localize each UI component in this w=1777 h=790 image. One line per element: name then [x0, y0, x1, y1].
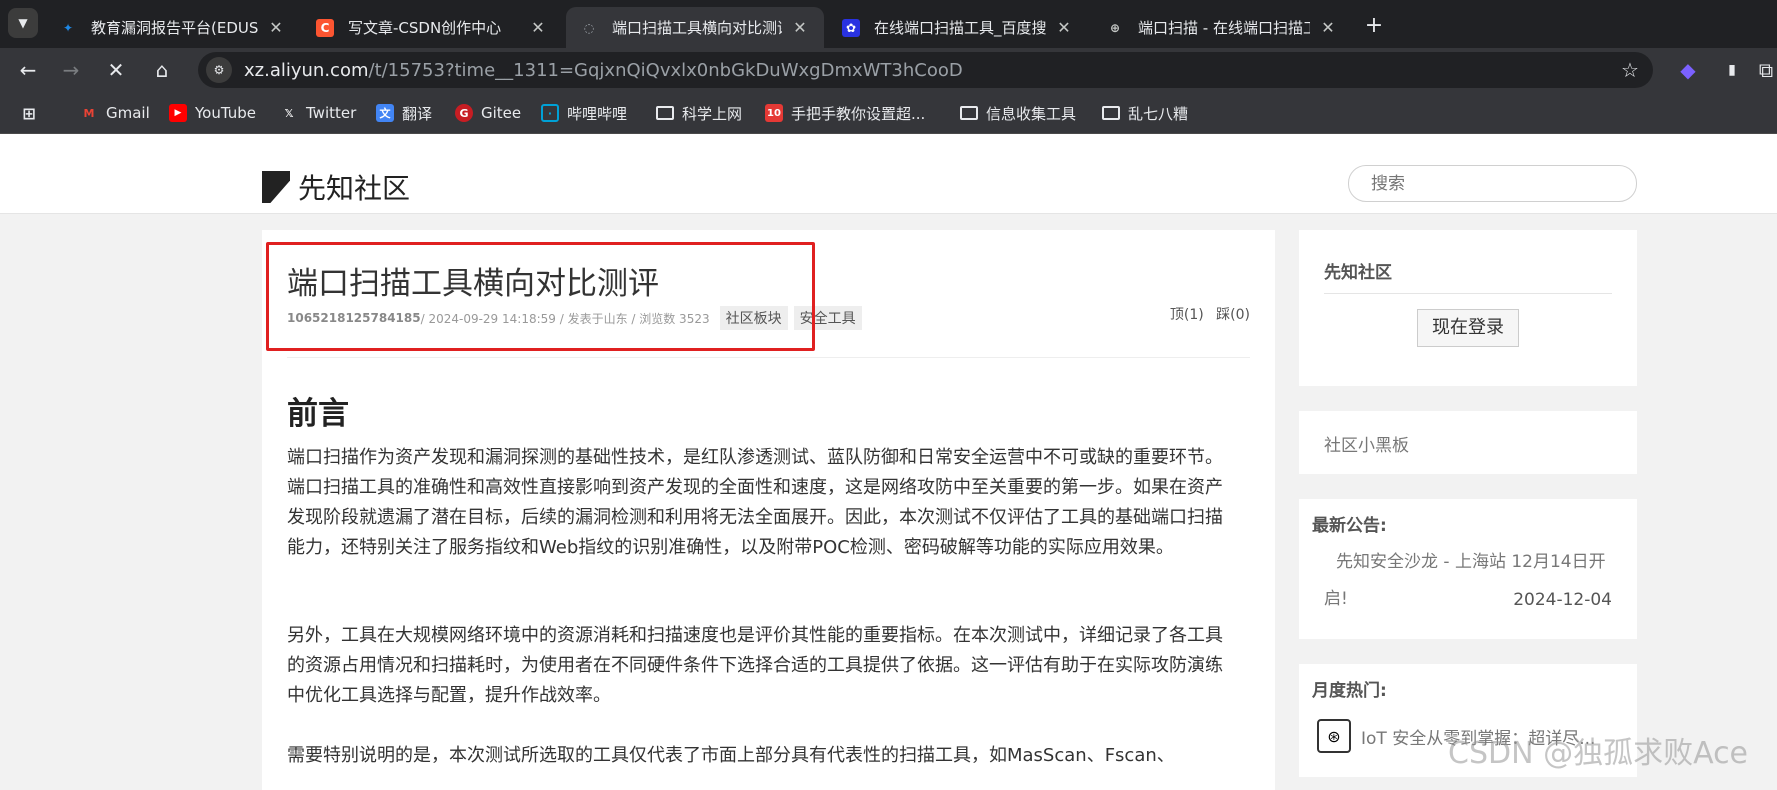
- sidebar-blackboard-card: 社区小黑板: [1299, 411, 1637, 474]
- url-host: xz.aliyun.com: [244, 59, 369, 81]
- stop-icon[interactable]: ✕: [100, 54, 132, 86]
- translate-icon: 文: [376, 104, 394, 122]
- bookmark-star-icon[interactable]: ☆: [1615, 58, 1645, 82]
- site-logo[interactable]: 先知社区: [262, 167, 410, 207]
- tab-xianzhi-active[interactable]: ◌ 端口扫描工具横向对比测评 - 先知社区 ✕: [566, 7, 824, 48]
- bookmark-gitee[interactable]: G Gitee: [455, 102, 521, 124]
- bookmark-label: 哔哩哔哩: [567, 104, 628, 123]
- bookmark-twitter[interactable]: 𝕏 Twitter: [280, 102, 357, 124]
- url-path: /t/15753?time__1311=GqjxnQiQvxlx0nbGkDuW…: [368, 59, 963, 81]
- bookmark-label: Gmail: [106, 104, 150, 122]
- folder-icon: [960, 106, 978, 120]
- tab-search-button[interactable]: ▼: [8, 8, 38, 38]
- loading-icon: ◌: [583, 20, 595, 35]
- sidebar-community-title: 先知社区: [1324, 263, 1392, 283]
- tab-title: 在线端口扫描工具_百度搜索: [874, 19, 1046, 37]
- bilibili-icon: ·: [541, 104, 559, 122]
- search-input[interactable]: [1348, 165, 1637, 202]
- youtube-icon: ▶: [169, 104, 187, 122]
- paragraph-3: 需要特别说明的是，本次测试所选取的工具仅代表了市面上部分具有代表性的扫描工具，如…: [287, 745, 1175, 766]
- new-tab-button[interactable]: +: [1360, 12, 1388, 40]
- sidebar-notice-card: 最新公告: 先知安全沙龙 - 上海站 12月14日开启! 2024-12-04: [1299, 499, 1637, 639]
- bookmark-folder-info[interactable]: 信息收集工具: [960, 102, 1076, 124]
- bookmark-label: 科学上网: [682, 104, 743, 123]
- home-icon[interactable]: ⌂: [146, 54, 178, 86]
- upvote-button[interactable]: 顶(1): [1170, 307, 1204, 323]
- blackboard-link[interactable]: 社区小黑板: [1324, 431, 1409, 456]
- red-highlight-box: [266, 242, 815, 351]
- downvote-button[interactable]: 踩(0): [1216, 307, 1250, 323]
- gmail-icon: M: [83, 106, 95, 120]
- folder-icon: [1102, 106, 1120, 120]
- close-icon[interactable]: ✕: [790, 18, 810, 37]
- tab-title: 教育漏洞报告平台(EDUSRC): [91, 19, 258, 37]
- bookmark-label: 乱七八糟: [1128, 104, 1189, 123]
- globe-icon: ⊕: [1109, 20, 1121, 35]
- site-header: 先知社区: [0, 134, 1777, 214]
- bookmark-gmail[interactable]: M Gmail: [80, 102, 150, 124]
- tab-title: 端口扫描 - 在线端口扫描工具: [1138, 19, 1310, 37]
- vote-area: 顶(1) 踩(0): [1162, 304, 1250, 324]
- tab-title: 写文章-CSDN创作中心: [348, 19, 502, 37]
- bookmark-label: YouTube: [195, 104, 256, 122]
- tab-baidu[interactable]: ✿ 在线端口扫描工具_百度搜索 ✕: [828, 7, 1088, 48]
- bookmark-bilibili[interactable]: · 哔哩哔哩: [541, 102, 627, 124]
- notice-date: 2024-12-04: [1513, 590, 1612, 610]
- bookmark-label: Gitee: [481, 104, 522, 122]
- tab-edusrc[interactable]: ✦ 教育漏洞报告平台(EDUSRC) ✕: [45, 7, 300, 48]
- bookmark-folder-science[interactable]: 科学上网: [656, 102, 742, 124]
- gitee-icon: G: [455, 104, 473, 122]
- site-name: 先知社区: [298, 172, 411, 205]
- site-info-icon[interactable]: ⚙: [206, 57, 232, 83]
- x-icon: 𝕏: [284, 106, 294, 120]
- close-icon[interactable]: ✕: [528, 18, 548, 37]
- notice-title: 最新公告:: [1312, 516, 1387, 536]
- browser-tab-bar: ▼ ✦ 教育漏洞报告平台(EDUSRC) ✕ C 写文章-CSDN创作中心 ✕ …: [0, 0, 1777, 48]
- extension-icon[interactable]: ◆: [1672, 54, 1704, 86]
- tab-csdn[interactable]: C 写文章-CSDN创作中心 ✕: [302, 7, 562, 48]
- 10-icon: 10: [765, 104, 783, 122]
- extensions-puzzle-icon[interactable]: ⧉: [1750, 54, 1777, 86]
- thumbnail-icon: ⊛: [1317, 719, 1351, 753]
- folder-icon: [656, 106, 674, 120]
- bookmark-label: Twitter: [306, 104, 357, 122]
- close-icon[interactable]: ✕: [1054, 18, 1074, 37]
- paragraph-2: 另外，工具在大规模网络环境中的资源消耗和扫描速度也是评价其性能的重要指标。在本次…: [287, 625, 1223, 706]
- bookmark-youtube[interactable]: ▶ YouTube: [169, 102, 256, 124]
- login-button[interactable]: 现在登录: [1417, 309, 1519, 347]
- bookmark-label: 翻译: [402, 104, 433, 123]
- bookmark-tutorial[interactable]: 10 手把手教你设置超...: [765, 102, 925, 124]
- bookmark-label: 手把手教你设置超...: [791, 104, 926, 123]
- section-heading: 前言: [287, 396, 349, 432]
- csdn-watermark: CSDN @独孤求败Ace: [1448, 736, 1749, 771]
- bookmark-translate[interactable]: 文翻译: [376, 102, 432, 124]
- baidu-icon: ✿: [842, 18, 860, 37]
- tab-title: 端口扫描工具横向对比测评 - 先知社区: [612, 19, 782, 37]
- extension-icon-2[interactable]: ▮: [1716, 54, 1748, 86]
- csdn-icon: C: [316, 18, 334, 37]
- close-icon[interactable]: ✕: [266, 18, 286, 37]
- url-text[interactable]: xz.aliyun.com/t/15753?time__1311=GqjxnQi…: [244, 60, 1615, 81]
- bird-icon: ✦: [62, 20, 74, 35]
- forward-arrow-icon[interactable]: →: [55, 54, 87, 86]
- address-bar[interactable]: ⚙ xz.aliyun.com/t/15753?time__1311=Gqjxn…: [198, 52, 1653, 88]
- browser-toolbar: ← → ✕ ⌂ ⚙ xz.aliyun.com/t/15753?time__13…: [0, 48, 1777, 92]
- xianzhi-logo-icon: [262, 171, 290, 203]
- bookmark-folder-misc[interactable]: 乱七八糟: [1102, 102, 1188, 124]
- apps-grid-icon[interactable]: ⊞: [20, 102, 38, 124]
- bookmark-label: 信息收集工具: [986, 104, 1077, 123]
- divider: [287, 357, 1250, 358]
- paragraph-1: 端口扫描作为资产发现和漏洞探测的基础性技术，是红队渗透测试、蓝队防御和日常安全运…: [287, 447, 1223, 558]
- tab-portscan[interactable]: ⊕ 端口扫描 - 在线端口扫描工具 ✕: [1092, 7, 1352, 48]
- hot-title: 月度热门:: [1312, 681, 1387, 701]
- close-icon[interactable]: ✕: [1318, 18, 1338, 37]
- back-arrow-icon[interactable]: ←: [12, 54, 44, 86]
- divider: [1324, 293, 1612, 294]
- bookmarks-bar: ⊞ M Gmail ▶ YouTube 𝕏 Twitter 文翻译 G Gitee · 哔…: [0, 92, 1777, 134]
- sidebar-login-card: 先知社区 现在登录: [1299, 230, 1637, 386]
